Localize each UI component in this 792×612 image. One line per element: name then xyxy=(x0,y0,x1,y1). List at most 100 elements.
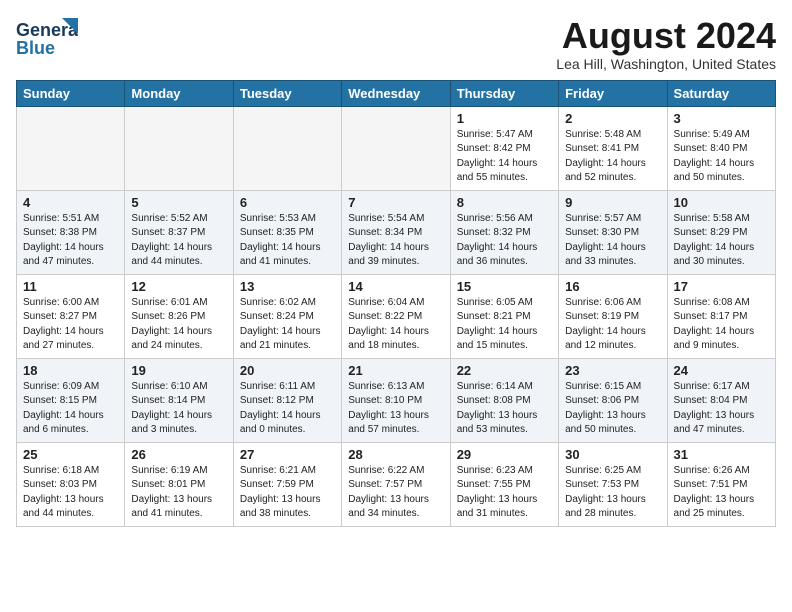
calendar-cell: 3 Sunrise: 5:49 AMSunset: 8:40 PMDaylight… xyxy=(667,106,775,190)
day-number: 29 xyxy=(457,447,552,462)
calendar-cell: 1 Sunrise: 5:47 AMSunset: 8:42 PMDaylight… xyxy=(450,106,558,190)
day-info: Sunrise: 6:00 AMSunset: 8:27 PMDaylight:… xyxy=(23,296,118,354)
calendar-cell: 16 Sunrise: 6:06 AMSunset: 8:19 PMDayligh… xyxy=(559,274,667,358)
calendar-cell: 10 Sunrise: 5:58 AMSunset: 8:29 PMDayligh… xyxy=(667,190,775,274)
day-number: 30 xyxy=(565,447,660,462)
weekday-sunday: Sunday xyxy=(17,80,125,106)
day-info: Sunrise: 5:57 AMSunset: 8:30 PMDaylight:… xyxy=(565,212,660,270)
day-number: 8 xyxy=(457,195,552,210)
day-info: Sunrise: 6:02 AMSunset: 8:24 PMDaylight:… xyxy=(240,296,335,354)
calendar-cell: 31Sunrise: 6:26 AMSunset: 7:51 PMDayligh… xyxy=(667,442,775,526)
day-info: Sunrise: 6:15 AMSunset: 8:06 PMDaylight:… xyxy=(565,380,660,438)
calendar-cell xyxy=(233,106,341,190)
day-info: Sunrise: 6:26 AMSunset: 7:51 PMDaylight:… xyxy=(674,464,769,522)
day-number: 28 xyxy=(348,447,443,462)
day-info: Sunrise: 6:13 AMSunset: 8:10 PMDaylight:… xyxy=(348,380,443,438)
day-number: 24 xyxy=(674,363,769,378)
day-number: 9 xyxy=(565,195,660,210)
calendar-cell: 8 Sunrise: 5:56 AMSunset: 8:32 PMDaylight… xyxy=(450,190,558,274)
calendar-cell: 24Sunrise: 6:17 AMSunset: 8:04 PMDayligh… xyxy=(667,358,775,442)
week-row-2: 4Sunrise: 5:51 AMSunset: 8:38 PMDaylight… xyxy=(17,190,776,274)
calendar-cell: 29 Sunrise: 6:23 AMSunset: 7:55 PMDayligh… xyxy=(450,442,558,526)
day-info: Sunrise: 6:01 AMSunset: 8:26 PMDaylight:… xyxy=(131,296,226,354)
day-number: 27 xyxy=(240,447,335,462)
logo: General Blue xyxy=(16,16,78,60)
calendar-cell: 13 Sunrise: 6:02 AMSunset: 8:24 PMDayligh… xyxy=(233,274,341,358)
week-row-5: 25Sunrise: 6:18 AMSunset: 8:03 PMDayligh… xyxy=(17,442,776,526)
day-info: Sunrise: 6:10 AMSunset: 8:14 PMDaylight:… xyxy=(131,380,226,438)
day-info: Sunrise: 6:11 AMSunset: 8:12 PMDaylight:… xyxy=(240,380,335,438)
day-info: Sunrise: 6:09 AMSunset: 8:15 PMDaylight:… xyxy=(23,380,118,438)
calendar-cell: 11 Sunrise: 6:00 AMSunset: 8:27 PMDayligh… xyxy=(17,274,125,358)
day-info: Sunrise: 5:56 AMSunset: 8:32 PMDaylight:… xyxy=(457,212,552,270)
calendar-cell: 6Sunrise: 5:53 AMSunset: 8:35 PMDaylight… xyxy=(233,190,341,274)
day-number: 25 xyxy=(23,447,118,462)
calendar-cell: 25Sunrise: 6:18 AMSunset: 8:03 PMDayligh… xyxy=(17,442,125,526)
calendar-cell: 12 Sunrise: 6:01 AMSunset: 8:26 PMDayligh… xyxy=(125,274,233,358)
day-info: Sunrise: 5:52 AMSunset: 8:37 PMDaylight:… xyxy=(131,212,226,270)
calendar-cell: 20 Sunrise: 6:11 AMSunset: 8:12 PMDayligh… xyxy=(233,358,341,442)
day-info: Sunrise: 6:08 AMSunset: 8:17 PMDaylight:… xyxy=(674,296,769,354)
weekday-saturday: Saturday xyxy=(667,80,775,106)
day-info: Sunrise: 6:19 AMSunset: 8:01 PMDaylight:… xyxy=(131,464,226,522)
calendar-cell: 19 Sunrise: 6:10 AMSunset: 8:14 PMDayligh… xyxy=(125,358,233,442)
day-number: 12 xyxy=(131,279,226,294)
calendar-cell: 26Sunrise: 6:19 AMSunset: 8:01 PMDayligh… xyxy=(125,442,233,526)
day-number: 16 xyxy=(565,279,660,294)
week-row-4: 18 Sunrise: 6:09 AMSunset: 8:15 PMDayligh… xyxy=(17,358,776,442)
day-number: 19 xyxy=(131,363,226,378)
day-number: 10 xyxy=(674,195,769,210)
day-info: Sunrise: 6:22 AMSunset: 7:57 PMDaylight:… xyxy=(348,464,443,522)
day-info: Sunrise: 5:58 AMSunset: 8:29 PMDaylight:… xyxy=(674,212,769,270)
calendar-cell: 21 Sunrise: 6:13 AMSunset: 8:10 PMDayligh… xyxy=(342,358,450,442)
calendar-cell: 14Sunrise: 6:04 AMSunset: 8:22 PMDayligh… xyxy=(342,274,450,358)
week-row-3: 11 Sunrise: 6:00 AMSunset: 8:27 PMDayligh… xyxy=(17,274,776,358)
day-info: Sunrise: 5:49 AMSunset: 8:40 PMDaylight:… xyxy=(674,128,769,186)
day-number: 6 xyxy=(240,195,335,210)
day-number: 23 xyxy=(565,363,660,378)
calendar-cell: 17 Sunrise: 6:08 AMSunset: 8:17 PMDayligh… xyxy=(667,274,775,358)
day-number: 13 xyxy=(240,279,335,294)
day-number: 22 xyxy=(457,363,552,378)
calendar-body: 1 Sunrise: 5:47 AMSunset: 8:42 PMDaylight… xyxy=(17,106,776,526)
day-number: 14 xyxy=(348,279,443,294)
weekday-tuesday: Tuesday xyxy=(233,80,341,106)
svg-text:Blue: Blue xyxy=(16,38,55,58)
location-subtitle: Lea Hill, Washington, United States xyxy=(556,56,776,72)
calendar-cell: 9 Sunrise: 5:57 AMSunset: 8:30 PMDaylight… xyxy=(559,190,667,274)
day-number: 18 xyxy=(23,363,118,378)
day-info: Sunrise: 5:51 AMSunset: 8:38 PMDaylight:… xyxy=(23,212,118,270)
day-number: 3 xyxy=(674,111,769,126)
title-area: August 2024 Lea Hill, Washington, United… xyxy=(556,16,776,72)
day-number: 11 xyxy=(23,279,118,294)
day-number: 1 xyxy=(457,111,552,126)
calendar-cell: 4Sunrise: 5:51 AMSunset: 8:38 PMDaylight… xyxy=(17,190,125,274)
day-number: 21 xyxy=(348,363,443,378)
day-info: Sunrise: 6:14 AMSunset: 8:08 PMDaylight:… xyxy=(457,380,552,438)
page-header: General Blue August 2024 Lea Hill, Washi… xyxy=(16,16,776,72)
day-number: 15 xyxy=(457,279,552,294)
day-number: 17 xyxy=(674,279,769,294)
day-info: Sunrise: 6:06 AMSunset: 8:19 PMDaylight:… xyxy=(565,296,660,354)
calendar-cell: 27 Sunrise: 6:21 AMSunset: 7:59 PMDayligh… xyxy=(233,442,341,526)
calendar-cell: 7 Sunrise: 5:54 AMSunset: 8:34 PMDaylight… xyxy=(342,190,450,274)
day-info: Sunrise: 5:54 AMSunset: 8:34 PMDaylight:… xyxy=(348,212,443,270)
weekday-monday: Monday xyxy=(125,80,233,106)
day-info: Sunrise: 6:23 AMSunset: 7:55 PMDaylight:… xyxy=(457,464,552,522)
day-number: 7 xyxy=(348,195,443,210)
day-number: 2 xyxy=(565,111,660,126)
calendar-table: SundayMondayTuesdayWednesdayThursdayFrid… xyxy=(16,80,776,527)
calendar-cell: 22 Sunrise: 6:14 AMSunset: 8:08 PMDayligh… xyxy=(450,358,558,442)
logo-icon: General Blue xyxy=(16,16,78,60)
calendar-cell xyxy=(342,106,450,190)
day-info: Sunrise: 6:25 AMSunset: 7:53 PMDaylight:… xyxy=(565,464,660,522)
calendar-cell: 15Sunrise: 6:05 AMSunset: 8:21 PMDayligh… xyxy=(450,274,558,358)
calendar-cell: 2 Sunrise: 5:48 AMSunset: 8:41 PMDaylight… xyxy=(559,106,667,190)
weekday-header-row: SundayMondayTuesdayWednesdayThursdayFrid… xyxy=(17,80,776,106)
day-number: 20 xyxy=(240,363,335,378)
day-info: Sunrise: 6:21 AMSunset: 7:59 PMDaylight:… xyxy=(240,464,335,522)
weekday-wednesday: Wednesday xyxy=(342,80,450,106)
day-info: Sunrise: 5:48 AMSunset: 8:41 PMDaylight:… xyxy=(565,128,660,186)
calendar-cell xyxy=(17,106,125,190)
day-info: Sunrise: 5:47 AMSunset: 8:42 PMDaylight:… xyxy=(457,128,552,186)
